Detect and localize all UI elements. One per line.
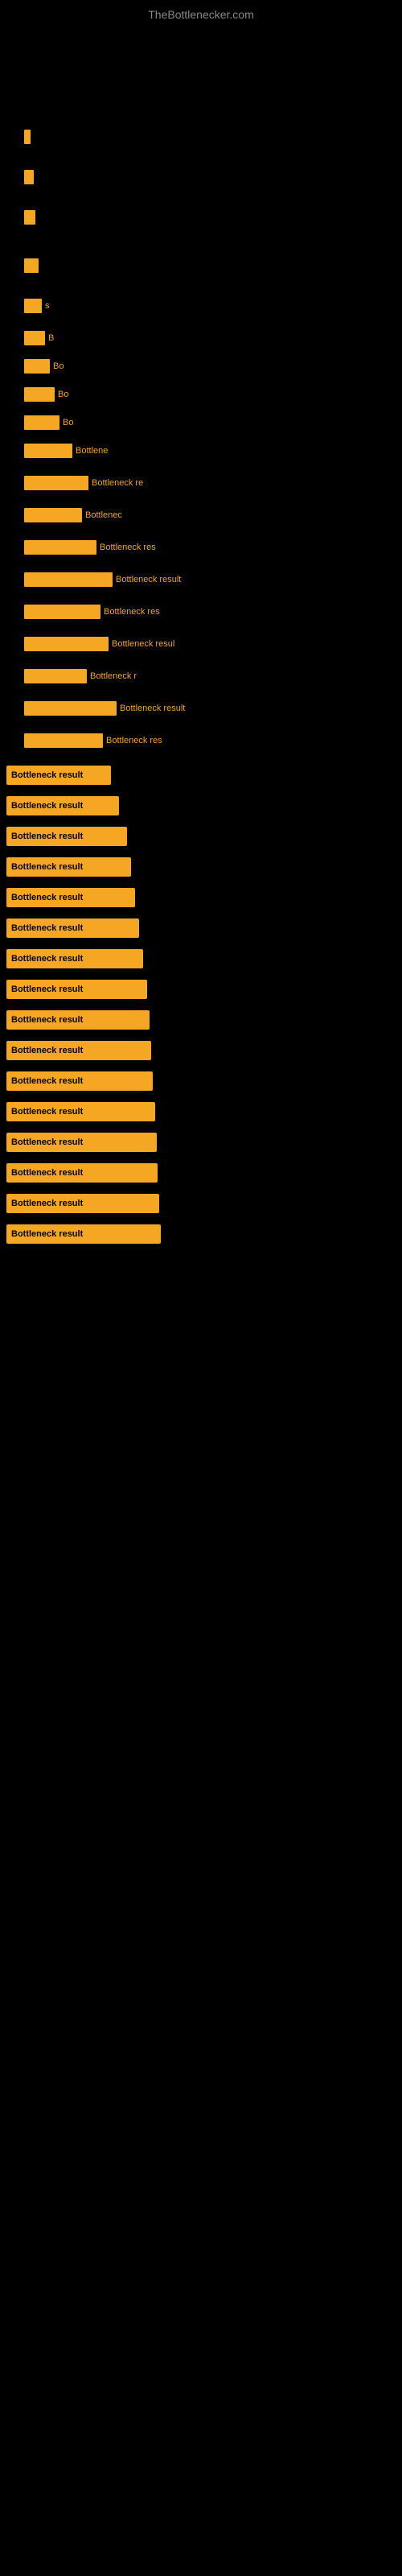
result-item-3: Bottleneck result <box>6 857 396 877</box>
result-label-15: Bottleneck result <box>11 1229 83 1239</box>
result-item-8: Bottleneck result <box>6 1010 396 1030</box>
chart-bar-16: Bottleneck r <box>24 669 137 683</box>
result-item-1: Bottleneck result <box>6 796 396 815</box>
chart-bar-5: B <box>24 331 54 345</box>
result-label-8: Bottleneck result <box>11 1015 83 1025</box>
chart-bar-0 <box>24 130 31 144</box>
result-item-11: Bottleneck result <box>6 1102 396 1121</box>
chart-bar-3 <box>24 258 39 273</box>
chart-area: s B Bo Bo Bo Bottlene Bottleneck re Bottlenec Bo… <box>16 25 386 749</box>
chart-bar-2 <box>24 210 35 225</box>
result-item-10: Bottleneck result <box>6 1071 396 1091</box>
chart-bar-18: Bottleneck res <box>24 733 162 748</box>
chart-bar-10: Bottleneck re <box>24 476 143 490</box>
result-item-12: Bottleneck result <box>6 1133 396 1152</box>
chart-bar-7: Bo <box>24 387 68 402</box>
chart-bar-1 <box>24 170 34 184</box>
result-item-6: Bottleneck result <box>6 949 396 968</box>
result-label-6: Bottleneck result <box>11 954 83 964</box>
chart-bar-17: Bottleneck result <box>24 701 185 716</box>
result-item-0: Bottleneck result <box>6 766 396 785</box>
result-label-9: Bottleneck result <box>11 1046 83 1055</box>
chart-bar-12: Bottleneck res <box>24 540 156 555</box>
chart-bar-13: Bottleneck result <box>24 572 181 587</box>
result-item-9: Bottleneck result <box>6 1041 396 1060</box>
chart-bar-8: Bo <box>24 415 73 430</box>
chart-bar-6: Bo <box>24 359 64 374</box>
result-item-5: Bottleneck result <box>6 919 396 938</box>
result-label-4: Bottleneck result <box>11 893 83 902</box>
result-item-15: Bottleneck result <box>6 1224 396 1244</box>
chart-bar-14: Bottleneck res <box>24 605 160 619</box>
result-item-7: Bottleneck result <box>6 980 396 999</box>
site-title: TheBottlenecker.com <box>0 0 402 25</box>
result-label-13: Bottleneck result <box>11 1168 83 1178</box>
result-item-2: Bottleneck result <box>6 827 396 846</box>
result-label-0: Bottleneck result <box>11 770 83 780</box>
chart-bar-11: Bottlenec <box>24 508 122 522</box>
result-item-4: Bottleneck result <box>6 888 396 907</box>
result-label-3: Bottleneck result <box>11 862 83 872</box>
result-label-2: Bottleneck result <box>11 832 83 841</box>
result-label-10: Bottleneck result <box>11 1076 83 1086</box>
result-label-11: Bottleneck result <box>11 1107 83 1117</box>
result-label-1: Bottleneck result <box>11 801 83 811</box>
result-item-14: Bottleneck result <box>6 1194 396 1213</box>
result-label-5: Bottleneck result <box>11 923 83 933</box>
result-item-13: Bottleneck result <box>6 1163 396 1183</box>
chart-bar-9: Bottlene <box>24 444 108 458</box>
result-label-12: Bottleneck result <box>11 1137 83 1147</box>
result-label-7: Bottleneck result <box>11 985 83 994</box>
result-label-14: Bottleneck result <box>11 1199 83 1208</box>
chart-bar-15: Bottleneck resul <box>24 637 174 651</box>
chart-bar-4: s <box>24 299 50 313</box>
results-section: Bottleneck result Bottleneck result Bottle… <box>0 749 402 1244</box>
